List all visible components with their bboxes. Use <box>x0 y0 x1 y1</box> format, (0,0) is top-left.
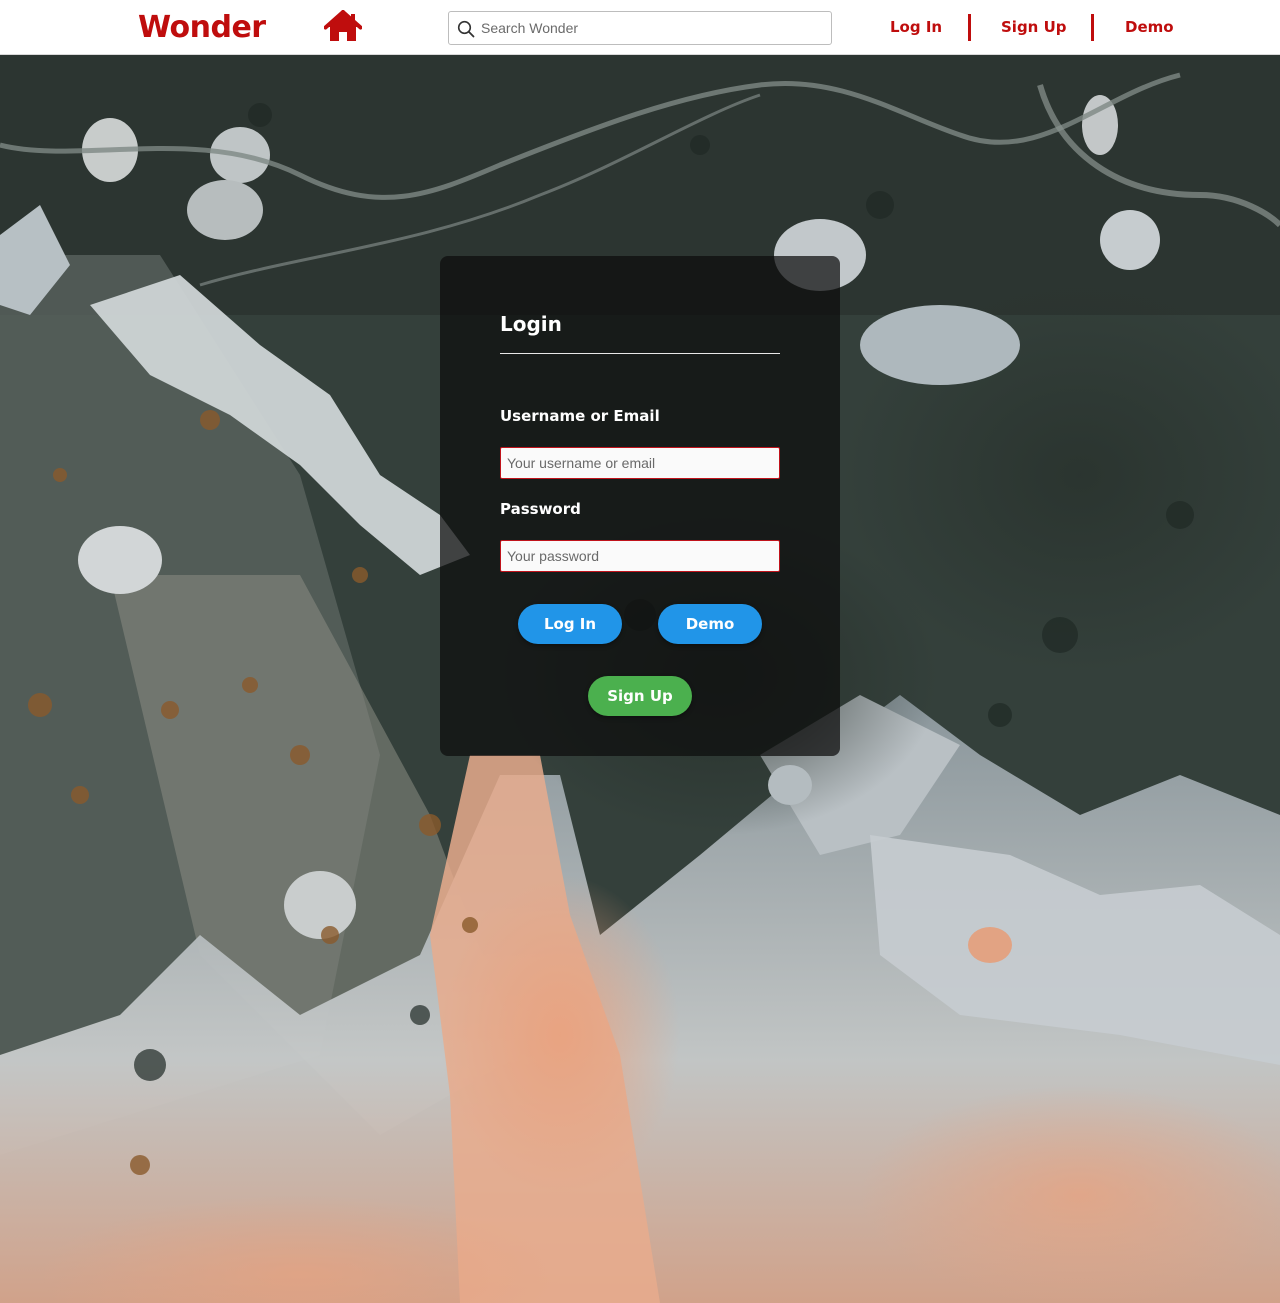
top-navbar: Wonder Log In Sign Up Demo <box>0 0 1280 55</box>
password-label: Password <box>500 500 581 518</box>
login-title: Login <box>500 312 562 336</box>
home-icon[interactable] <box>324 10 362 43</box>
nav-divider <box>968 14 971 41</box>
nav-login-link[interactable]: Log In <box>890 17 942 37</box>
signup-button[interactable]: Sign Up <box>588 676 692 716</box>
search-icon <box>457 20 475 38</box>
search-bar[interactable] <box>448 11 832 45</box>
login-card: Login Username or Email Password Log In … <box>440 256 840 756</box>
search-input[interactable] <box>481 12 821 44</box>
demo-button[interactable]: Demo <box>658 604 762 644</box>
nav-divider <box>1091 14 1094 41</box>
username-label: Username or Email <box>500 407 660 425</box>
login-button[interactable]: Log In <box>518 604 622 644</box>
nav-demo-link[interactable]: Demo <box>1125 17 1174 37</box>
nav-signup-link[interactable]: Sign Up <box>1001 17 1067 37</box>
wonder-logo[interactable]: Wonder <box>138 8 266 48</box>
username-field[interactable] <box>500 447 780 479</box>
password-field[interactable] <box>500 540 780 572</box>
title-divider <box>500 353 780 354</box>
